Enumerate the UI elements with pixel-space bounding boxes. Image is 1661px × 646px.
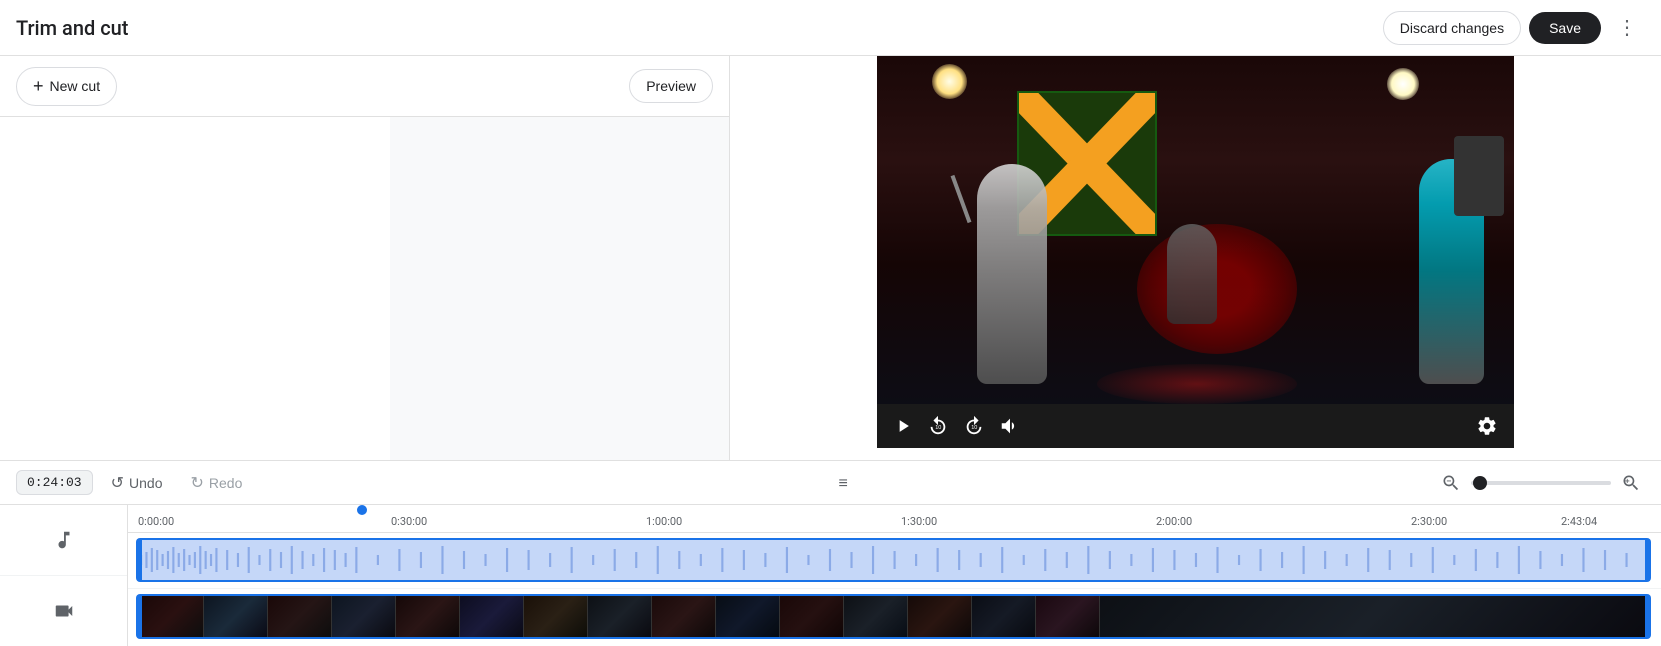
- music-note-icon: [53, 529, 75, 551]
- volume-button[interactable]: [999, 415, 1021, 437]
- video-clip-left-handle[interactable]: [136, 594, 142, 639]
- zoom-out-button[interactable]: [1437, 469, 1465, 497]
- ruler-mark-0: 0:00:00: [136, 515, 391, 528]
- performer-silhouette: [977, 164, 1047, 384]
- svg-text:10: 10: [935, 425, 941, 431]
- drummer-silhouette: [1167, 224, 1217, 324]
- ruler-mark-4: 2:00:00: [1156, 515, 1411, 528]
- redo-button[interactable]: ↻ Redo: [180, 467, 252, 499]
- stage-light-right: [1387, 68, 1419, 100]
- audio-track: [128, 533, 1661, 589]
- svg-text:10: 10: [971, 425, 977, 431]
- more-vert-icon: ⋮: [1617, 15, 1637, 40]
- play-button[interactable]: [893, 416, 913, 436]
- ruler-mark-6: 2:43:04: [1561, 515, 1597, 528]
- timeline-controls-bar: 0:24:03 ↺ Undo ↻ Redo ≡: [0, 461, 1661, 505]
- video-camera-icon: [53, 600, 75, 622]
- zoom-in-button[interactable]: [1617, 469, 1645, 497]
- video-controls-bar: 10 10: [877, 404, 1514, 448]
- zoom-out-icon: [1441, 473, 1461, 493]
- volume-icon: [999, 415, 1021, 437]
- undo-icon: ↺: [111, 473, 124, 493]
- replay10-icon: 10: [927, 415, 949, 437]
- ruler-mark-2: 1:00:00: [646, 515, 901, 528]
- video-clip-right-handle[interactable]: [1645, 594, 1651, 639]
- redo-icon: ↻: [190, 473, 203, 493]
- forward10-button[interactable]: 10: [963, 415, 985, 437]
- undo-button[interactable]: ↺ Undo: [101, 467, 173, 499]
- play-icon: [893, 416, 913, 436]
- stage-light-left: [932, 64, 967, 99]
- playhead: [361, 505, 363, 532]
- zoom-slider-thumb[interactable]: [1473, 476, 1487, 490]
- time-display: 0:24:03: [16, 470, 93, 495]
- zoom-in-icon: [1621, 473, 1641, 493]
- settings-icon: [1476, 415, 1498, 437]
- ruler-mark-3: 1:30:00: [901, 515, 1156, 528]
- new-cut-button[interactable]: + New cut: [16, 67, 117, 106]
- audio-track-icon-row: [0, 505, 127, 576]
- video-track-icon-row: [0, 576, 127, 646]
- forward10-icon: 10: [963, 415, 985, 437]
- more-options-button[interactable]: ⋮: [1609, 10, 1645, 46]
- track-icons-column: [0, 505, 128, 646]
- audio-clip-right-handle[interactable]: [1645, 538, 1651, 582]
- video-player: [877, 56, 1514, 404]
- video-clip[interactable]: [138, 594, 1649, 639]
- video-track: [128, 589, 1661, 646]
- preview-button[interactable]: Preview: [629, 69, 713, 103]
- discard-changes-button[interactable]: Discard changes: [1383, 11, 1521, 45]
- drag-handle-icon: ≡: [839, 473, 851, 493]
- save-button[interactable]: Save: [1529, 12, 1601, 44]
- audio-clip-left-handle[interactable]: [136, 538, 142, 582]
- drums-silhouette: [1137, 224, 1297, 354]
- ruler-mark-5: 2:30:00: [1411, 515, 1561, 528]
- plus-icon: +: [33, 76, 44, 97]
- zoom-slider[interactable]: [1471, 481, 1611, 485]
- ruler-mark-1: 0:30:00: [391, 515, 646, 528]
- settings-button[interactable]: [1476, 415, 1498, 437]
- timeline-ruler: 0:00:00 0:30:00 1:00:00 1:30:00 2:00:00: [128, 505, 1661, 533]
- page-title: Trim and cut: [16, 16, 128, 40]
- replay10-button[interactable]: 10: [927, 415, 949, 437]
- audio-clip[interactable]: [138, 538, 1649, 582]
